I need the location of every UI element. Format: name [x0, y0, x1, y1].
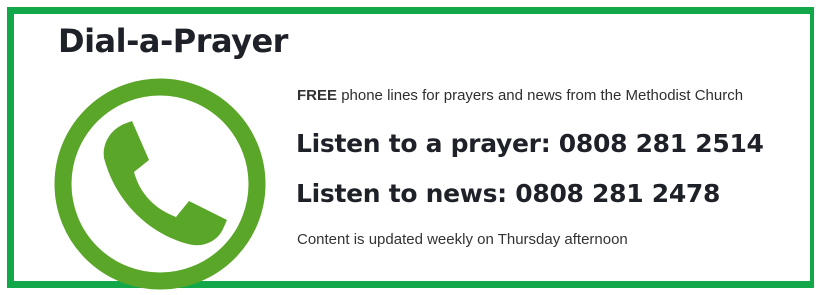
intro-text: FREE phone lines for prayers and news fr… [297, 86, 743, 106]
news-line-number: Listen to news: 0808 281 2478 [296, 179, 721, 208]
page-title: Dial-a-Prayer [58, 22, 288, 60]
free-label: FREE [297, 87, 338, 104]
update-note: Content is updated weekly on Thursday af… [297, 231, 628, 248]
phone-handset-in-circle-icon [54, 78, 266, 290]
intro-description: phone lines for prayers and news from th… [341, 87, 744, 104]
dial-a-prayer-banner: Dial-a-Prayer FREE phone lines for praye… [7, 7, 814, 290]
prayer-line-number: Listen to a prayer: 0808 281 2514 [296, 129, 764, 158]
